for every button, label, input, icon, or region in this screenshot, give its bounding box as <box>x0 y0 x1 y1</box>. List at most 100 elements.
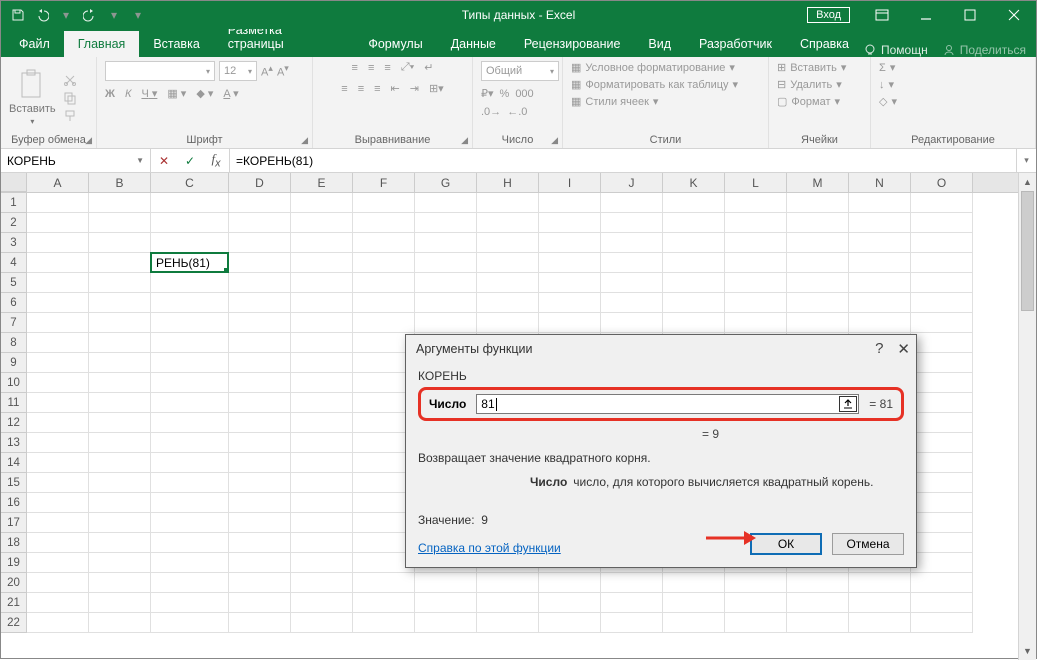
cell[interactable] <box>663 293 725 313</box>
row-header[interactable]: 17 <box>1 513 27 533</box>
row-header[interactable]: 20 <box>1 573 27 593</box>
column-header[interactable]: F <box>353 173 415 192</box>
cell[interactable] <box>27 233 89 253</box>
cell[interactable] <box>151 553 229 573</box>
cell[interactable] <box>229 353 291 373</box>
cell[interactable] <box>911 433 973 453</box>
tell-me-button[interactable]: Помощн <box>863 43 928 57</box>
cancel-button[interactable]: Отмена <box>832 533 904 555</box>
cell[interactable] <box>27 333 89 353</box>
cell[interactable] <box>151 393 229 413</box>
cell[interactable] <box>89 593 151 613</box>
cell[interactable] <box>27 313 89 333</box>
name-box-dropdown-icon[interactable]: ▼ <box>136 156 144 165</box>
column-header[interactable]: B <box>89 173 151 192</box>
cell[interactable] <box>477 193 539 213</box>
scroll-down-icon[interactable]: ▼ <box>1019 642 1036 660</box>
fill-color-icon[interactable]: ◆ ▾ <box>196 87 213 100</box>
cell[interactable] <box>725 573 787 593</box>
cell[interactable] <box>151 433 229 453</box>
column-header[interactable]: I <box>539 173 601 192</box>
cell[interactable] <box>539 573 601 593</box>
align-middle-icon[interactable]: ≡ <box>368 62 374 74</box>
row-header[interactable]: 13 <box>1 433 27 453</box>
cell[interactable] <box>911 193 973 213</box>
cell[interactable] <box>353 193 415 213</box>
row-header[interactable]: 7 <box>1 313 27 333</box>
cell[interactable] <box>725 613 787 633</box>
row-header[interactable]: 14 <box>1 453 27 473</box>
row-header[interactable]: 9 <box>1 353 27 373</box>
tab-formulas[interactable]: Формулы <box>354 31 436 57</box>
cell[interactable] <box>601 233 663 253</box>
column-header[interactable]: A <box>27 173 89 192</box>
cell[interactable] <box>89 333 151 353</box>
align-top-icon[interactable]: ≡ <box>352 62 358 74</box>
cell[interactable] <box>291 353 353 373</box>
cell[interactable] <box>539 233 601 253</box>
cell[interactable] <box>663 613 725 633</box>
cell[interactable] <box>291 233 353 253</box>
cell[interactable] <box>415 593 477 613</box>
cell[interactable] <box>291 253 353 273</box>
cell[interactable] <box>849 573 911 593</box>
increase-decimal-icon[interactable]: .0→ <box>481 106 501 118</box>
cell[interactable] <box>911 253 973 273</box>
ribbon-display-icon[interactable] <box>860 1 904 29</box>
cell[interactable] <box>89 413 151 433</box>
cell[interactable] <box>539 213 601 233</box>
ok-button[interactable]: ОК <box>750 533 822 555</box>
column-header[interactable]: N <box>849 173 911 192</box>
maximize-icon[interactable] <box>948 1 992 29</box>
cell[interactable] <box>229 533 291 553</box>
cell[interactable] <box>151 193 229 213</box>
cell[interactable] <box>477 213 539 233</box>
cell[interactable] <box>477 253 539 273</box>
format-cells-button[interactable]: ▢Формат ▾ <box>777 95 840 108</box>
autosum-button[interactable]: Σ ▾ <box>879 61 895 74</box>
cell[interactable] <box>415 253 477 273</box>
row-header[interactable]: 4 <box>1 253 27 273</box>
cell[interactable] <box>353 253 415 273</box>
cell[interactable] <box>787 273 849 293</box>
cell[interactable] <box>291 453 353 473</box>
tab-data[interactable]: Данные <box>437 31 510 57</box>
cell[interactable] <box>291 193 353 213</box>
tab-help[interactable]: Справка <box>786 31 863 57</box>
cell[interactable] <box>477 293 539 313</box>
tab-view[interactable]: Вид <box>634 31 685 57</box>
formula-expand-icon[interactable]: ▾ <box>1016 149 1036 172</box>
cell[interactable] <box>539 313 601 333</box>
cell[interactable] <box>663 273 725 293</box>
cell[interactable] <box>849 593 911 613</box>
cell[interactable] <box>663 233 725 253</box>
row-header[interactable]: 16 <box>1 493 27 513</box>
cell[interactable] <box>663 593 725 613</box>
cell[interactable] <box>229 413 291 433</box>
cell[interactable] <box>725 253 787 273</box>
align-right-icon[interactable]: ≡ <box>374 83 380 95</box>
cell[interactable] <box>89 373 151 393</box>
row-header[interactable]: 3 <box>1 233 27 253</box>
increase-font-icon[interactable]: A▴ <box>261 63 273 79</box>
cell[interactable] <box>27 253 89 273</box>
cell[interactable] <box>787 253 849 273</box>
cell[interactable] <box>849 293 911 313</box>
cell[interactable] <box>849 233 911 253</box>
vertical-scrollbar[interactable]: ▲ ▼ <box>1018 173 1036 660</box>
cell[interactable] <box>415 213 477 233</box>
cell[interactable] <box>89 253 151 273</box>
increase-indent-icon[interactable]: ⇥ <box>410 82 419 95</box>
tab-file[interactable]: Файл <box>5 31 64 57</box>
cell[interactable] <box>911 453 973 473</box>
cell[interactable] <box>27 553 89 573</box>
cell[interactable] <box>27 293 89 313</box>
cell[interactable] <box>725 293 787 313</box>
cell[interactable] <box>89 513 151 533</box>
cell[interactable] <box>601 313 663 333</box>
cell[interactable] <box>415 233 477 253</box>
cell[interactable] <box>539 593 601 613</box>
cell[interactable] <box>601 593 663 613</box>
clear-button[interactable]: ◇ ▾ <box>879 95 897 108</box>
cell[interactable] <box>151 233 229 253</box>
